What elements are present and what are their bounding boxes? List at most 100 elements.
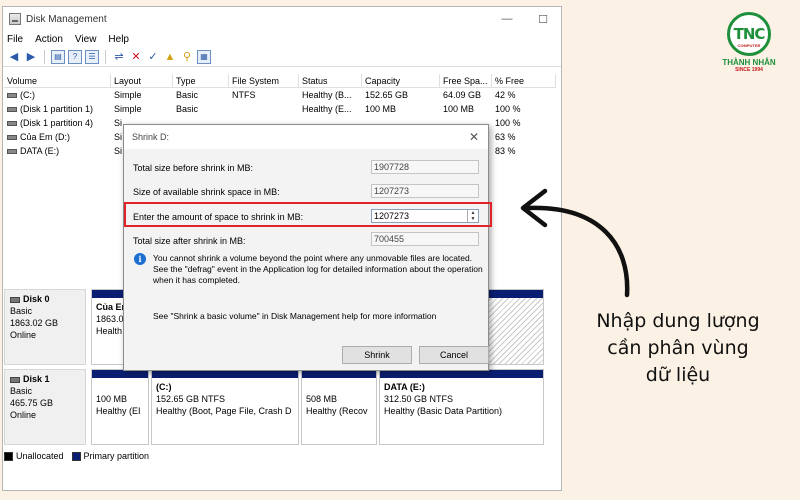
disk0-label[interactable]: Disk 0 Basic 1863.02 GB Online [4, 289, 86, 365]
back-icon[interactable]: ◀ [7, 50, 21, 64]
volume-name: DATA (E:) [20, 146, 60, 156]
disk-name: Disk 1 [23, 374, 50, 384]
tnc-logo: TNC COMPUTER THÀNH NHÂN SINCE 1994 [708, 12, 790, 84]
dialog-title-bar: Shrink D: ✕ [124, 125, 488, 149]
title-bar: Disk Management — ☐ [3, 7, 561, 31]
table-cell: 152.65 GB [365, 90, 409, 100]
partition-size: 508 MB [306, 394, 338, 404]
forward-icon[interactable]: ▶ [24, 50, 38, 64]
shrink-button[interactable]: Shrink [342, 346, 412, 364]
total-after-label: Total size after shrink in MB: [133, 236, 246, 246]
legend-unallocated: Unallocated [4, 451, 64, 462]
toolbar: ◀ ▶ ▤ ? ☰ ⇌ ✕ ✓ ▲ ⚲ ▦ [3, 47, 561, 67]
disk1-partition-e[interactable]: DATA (E:) 312.50 GB NTFS Healthy (Basic … [379, 369, 544, 445]
table-cell: 83 % [495, 146, 516, 156]
partition-status: Healthy (EI [96, 406, 141, 416]
total-after-value: 700455 [371, 232, 479, 246]
logo-since: SINCE 1994 [735, 67, 763, 73]
list-view-icon[interactable]: ☰ [85, 49, 99, 64]
partition-status: Healthy (Basic Data Partition) [384, 406, 503, 416]
table-cell: 63 % [495, 132, 516, 142]
connect-icon[interactable]: ⇌ [112, 50, 126, 64]
legend-primary: Primary partition [71, 451, 149, 462]
partition-size: 152.65 GB NTFS [156, 394, 226, 404]
disk-icon [10, 376, 20, 383]
table-cell: 100 MB [443, 104, 475, 114]
cancel-button[interactable]: Cancel [419, 346, 489, 364]
volume-name: (C:) [20, 90, 35, 100]
column-header[interactable]: Status [299, 73, 362, 88]
column-header[interactable]: Capacity [362, 73, 440, 88]
table-row[interactable]: (Disk 1 partition 1) Simple Basic Health… [4, 102, 556, 116]
column-header[interactable]: Free Spa... [440, 73, 492, 88]
column-header[interactable]: Volume [4, 73, 111, 88]
table-cell: Basic [176, 90, 199, 100]
highlight-box [124, 202, 492, 227]
maximize-button[interactable]: ☐ [525, 13, 561, 26]
caption-line: Nhập dung lượng [596, 310, 760, 332]
table-header: Volume Layout Type File System Status Ca… [4, 73, 556, 88]
disk1-partition-efi[interactable]: 100 MB Healthy (EI [91, 369, 149, 445]
minimize-button[interactable]: — [489, 13, 525, 26]
shrink-dialog: Shrink D: ✕ Total size before shrink in … [123, 124, 489, 371]
settings-icon[interactable]: ▦ [197, 49, 211, 64]
column-header[interactable]: File System [229, 73, 299, 88]
volume-icon [7, 107, 17, 113]
disk1-label[interactable]: Disk 1 Basic 465.75 GB Online [4, 369, 86, 445]
column-header[interactable]: Type [173, 73, 229, 88]
instruction-caption: Nhập dung lượng cần phân vùng dữ liệu [573, 308, 783, 389]
menu-action[interactable]: Action [35, 34, 63, 45]
info-icon: i [134, 253, 146, 265]
disk-icon [10, 296, 20, 303]
disk0-partition-hatched[interactable] [488, 289, 544, 365]
legend: Unallocated Primary partition [4, 448, 149, 464]
partition-name: (C:) [156, 382, 172, 392]
window-title: Disk Management [26, 13, 107, 25]
toolbar-separator [44, 49, 45, 64]
close-icon[interactable]: ✕ [460, 130, 488, 144]
search-folder-icon[interactable]: ⚲ [180, 50, 194, 64]
volume-name: Của Em (D:) [20, 132, 71, 142]
column-header[interactable]: Layout [111, 73, 173, 88]
curved-arrow-icon [520, 188, 630, 298]
disk1-partition-recovery[interactable]: 508 MB Healthy (Recov [301, 369, 377, 445]
table-row[interactable]: (C:) Simple Basic NTFS Healthy (B... 152… [4, 88, 556, 102]
disk-status: Online [10, 330, 37, 340]
volume-icon [7, 149, 17, 155]
disk-name: Disk 0 [23, 294, 50, 304]
total-before-value: 1907728 [371, 160, 479, 174]
table-cell: Simple [114, 90, 142, 100]
partition-status: Healthy (Recov [306, 406, 368, 416]
delete-icon[interactable]: ✕ [129, 50, 143, 64]
partition-size: 312.50 GB NTFS [384, 394, 454, 404]
folder-up-icon[interactable]: ▲ [163, 50, 177, 64]
table-cell: 100 MB [365, 104, 397, 114]
help-icon[interactable]: ? [68, 49, 82, 64]
table-cell: NTFS [232, 90, 256, 100]
disk1-partition-c[interactable]: (C:) 152.65 GB NTFS Healthy (Boot, Page … [151, 369, 299, 445]
available-label: Size of available shrink space in MB: [133, 187, 280, 197]
table-cell: Healthy (E... [302, 104, 352, 114]
menu-view[interactable]: View [75, 34, 97, 45]
volume-name: (Disk 1 partition 1) [20, 104, 94, 114]
disk-status: Online [10, 410, 37, 420]
properties-icon[interactable]: ▤ [51, 49, 65, 64]
partition-size: 100 MB [96, 394, 128, 404]
primary-swatch [71, 452, 81, 462]
table-cell: 100 % [495, 118, 521, 128]
menu-file[interactable]: File [7, 34, 23, 45]
table-cell: Healthy (B... [302, 90, 352, 100]
info-text: You cannot shrink a volume beyond the po… [153, 253, 483, 285]
menu-help[interactable]: Help [108, 34, 129, 45]
logo-brand: THÀNH NHÂN [722, 58, 776, 67]
total-before-label: Total size before shrink in MB: [133, 163, 254, 173]
check-icon[interactable]: ✓ [146, 50, 160, 64]
toolbar-separator [105, 49, 106, 64]
unallocated-swatch [4, 452, 13, 462]
partition-status: Healthy (Boot, Page File, Crash D [156, 406, 292, 416]
volume-icon [7, 93, 17, 99]
table-cell: 42 % [495, 90, 516, 100]
disk-size: 1863.02 GB [10, 318, 59, 328]
partition-name [92, 381, 148, 393]
column-header[interactable]: % Free [492, 73, 556, 88]
